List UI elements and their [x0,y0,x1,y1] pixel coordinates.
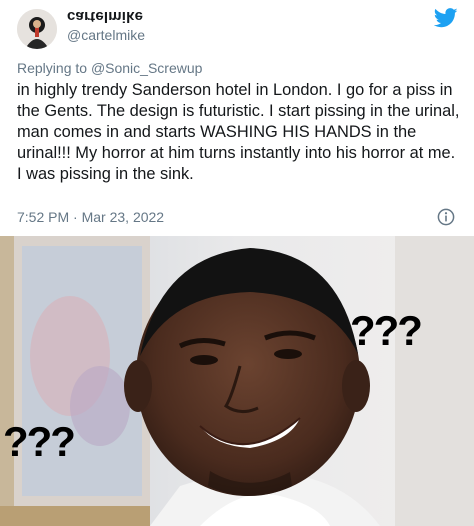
question-marks-right: ??? [350,307,423,354]
twitter-bird-icon[interactable] [434,8,458,28]
replying-prefix: Replying to [17,60,91,76]
tweet-timestamp[interactable]: 7:52 PM · Mar 23, 2022 [17,209,164,225]
info-icon[interactable] [437,208,455,226]
replying-mention-link[interactable]: @Sonic_Screwup [91,60,203,76]
separator: · [69,209,82,225]
tweet-text: in highly trendy Sanderson hotel in Lond… [17,81,460,183]
handle[interactable]: @cartelmike [67,27,145,43]
avatar[interactable] [17,9,57,49]
tweet-time: 7:52 PM [17,209,70,225]
display-name[interactable]: cartelmike [67,8,143,25]
meme-image [0,236,474,526]
question-marks-left: ??? [3,418,76,465]
replying-to: Replying to @Sonic_Screwup [17,60,202,76]
tweet-card: cartelmike @cartelmike Replying to @Soni… [0,0,474,236]
tweet-date: Mar 23, 2022 [81,209,165,225]
